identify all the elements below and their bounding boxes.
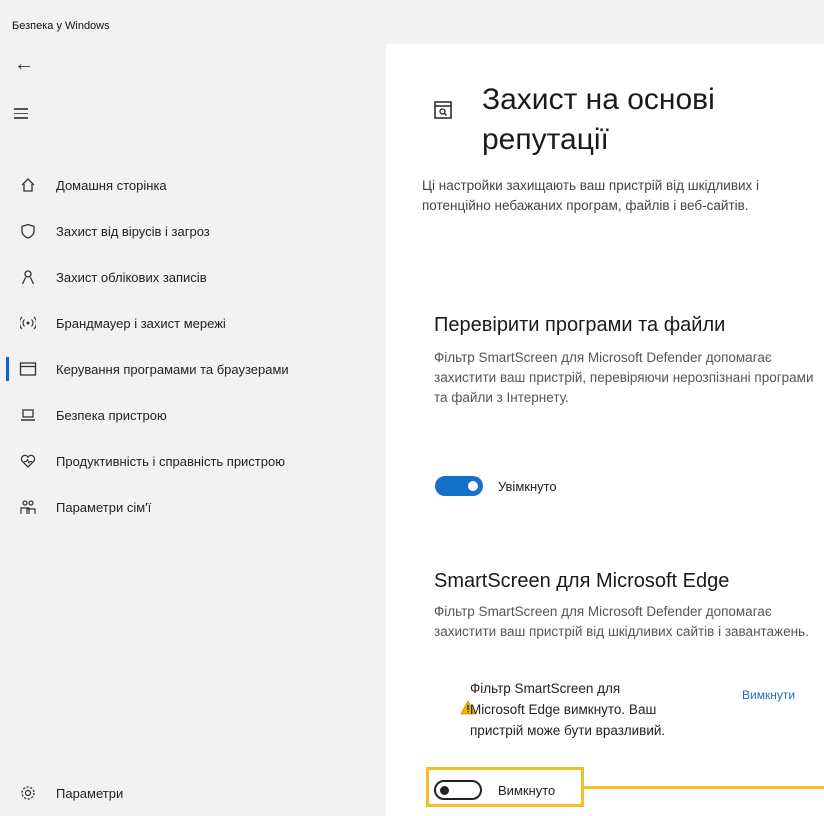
title-bar: Безпека у Windows	[0, 0, 824, 44]
sidebar-item-virus-protection[interactable]: Захист від вірусів і загроз	[0, 208, 386, 254]
sidebar-item-device-performance[interactable]: Продуктивність і справність пристрою	[0, 438, 386, 484]
toggle-highlight-box	[426, 767, 584, 807]
sidebar-item-device-security[interactable]: Безпека пристрою	[0, 392, 386, 438]
section-description-edge: Фільтр SmartScreen для Microsoft Defende…	[434, 604, 809, 639]
sidebar-item-app-browser-control[interactable]: Керування програмами та браузерами	[0, 346, 386, 392]
settings-label: Параметри	[56, 785, 124, 801]
sidebar-item-label: Захист облікових записів	[56, 269, 207, 285]
hamburger-icon[interactable]	[14, 108, 28, 119]
sidebar: ← Домашня сторінка Захист від вірусів і …	[0, 44, 386, 816]
sidebar-item-label: Брандмауер і захист мережі	[56, 315, 226, 331]
section-title-edge: SmartScreen для Microsoft Edge	[434, 570, 730, 592]
app-browser-icon	[0, 361, 56, 377]
window-title: Безпека у Windows	[12, 20, 110, 32]
shield-icon	[0, 223, 56, 239]
section-title-apps-files: Перевірити програми та файли	[434, 314, 726, 336]
sidebar-item-settings[interactable]: Параметри	[0, 770, 386, 816]
sidebar-item-label: Керування програмами та браузерами	[56, 361, 289, 377]
back-arrow-icon[interactable]: ←	[14, 54, 34, 74]
page-title: Захист на основі репутації	[482, 83, 715, 156]
disable-link[interactable]: Вимкнути	[742, 688, 795, 702]
page-description: Ці настройки захищають ваш пристрій від …	[422, 178, 760, 213]
sidebar-item-label: Параметри сім'ї	[56, 499, 152, 515]
main-content: Захист на основі репутації Ці настройки …	[386, 44, 824, 816]
sidebar-item-label: Захист від вірусів і загроз	[56, 223, 210, 239]
home-icon	[0, 177, 56, 193]
family-icon	[0, 499, 56, 515]
laptop-icon	[0, 407, 56, 423]
callout-line	[584, 786, 824, 789]
reputation-protection-icon	[433, 100, 453, 120]
person-icon	[0, 269, 56, 285]
sidebar-item-label: Продуктивність і справність пристрою	[56, 453, 285, 469]
sidebar-item-firewall[interactable]: Брандмауер і захист мережі	[0, 300, 386, 346]
sidebar-item-family-options[interactable]: Параметри сім'ї	[0, 484, 386, 530]
sidebar-nav: Домашня сторінка Захист від вірусів і за…	[0, 162, 386, 530]
sidebar-item-home[interactable]: Домашня сторінка	[0, 162, 386, 208]
section-description-apps-files: Фільтр SmartScreen для Microsoft Defende…	[434, 350, 814, 405]
gear-icon	[0, 785, 56, 801]
edge-warning-text: Фільтр SmartScreen для Microsoft Edge ви…	[470, 681, 666, 738]
network-icon	[0, 315, 56, 331]
security-window: Безпека у Windows ← Домашня сторінка Зах…	[0, 0, 824, 816]
apps-files-toggle-label: Увімкнуто	[498, 479, 557, 494]
sidebar-item-account-protection[interactable]: Захист облікових записів	[0, 254, 386, 300]
apps-files-toggle[interactable]	[435, 476, 483, 496]
sidebar-item-label: Безпека пристрою	[56, 407, 167, 423]
heart-icon	[0, 453, 56, 469]
sidebar-item-label: Домашня сторінка	[56, 177, 167, 193]
